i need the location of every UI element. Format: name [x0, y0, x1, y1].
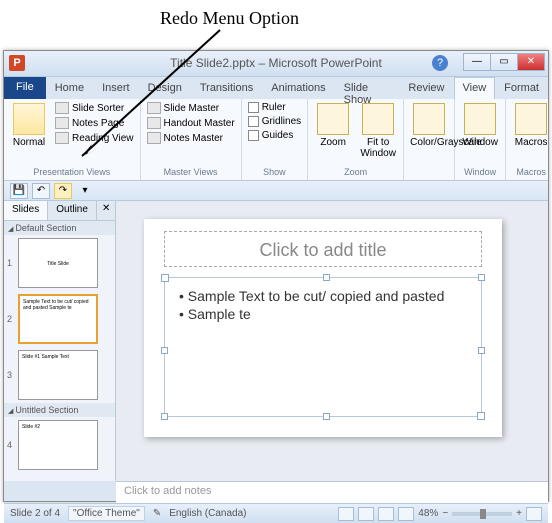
- group-window: Window Window: [455, 99, 506, 180]
- tab-design[interactable]: Design: [139, 77, 191, 99]
- thumbnail-1[interactable]: 1Title Slide: [4, 235, 115, 291]
- thumbnail-list[interactable]: Default Section 1Title Slide 2Sample Tex…: [4, 221, 115, 481]
- reading-view-icon: [55, 132, 69, 144]
- window-icon: [464, 103, 496, 135]
- slides-tab[interactable]: Slides: [4, 201, 48, 220]
- thumbnail-4[interactable]: 4Slide #2: [4, 417, 115, 473]
- slide-sorter-button[interactable]: Slide Sorter: [53, 101, 136, 115]
- zoom-icon: [317, 103, 349, 135]
- tab-view[interactable]: View: [454, 77, 496, 99]
- normal-view-btn[interactable]: [338, 507, 354, 521]
- statusbar: Slide 2 of 4 "Office Theme" ✎ English (C…: [4, 503, 548, 523]
- slide-master-icon: [147, 102, 161, 114]
- tab-review[interactable]: Review: [399, 77, 453, 99]
- group-zoom: Zoom Fit to Window Zoom: [308, 99, 404, 180]
- group-master-views: Slide Master Handout Master Notes Master…: [141, 99, 242, 180]
- thumbnail-3[interactable]: 3Slide #1 Sample Text: [4, 347, 115, 403]
- notes-master-icon: [147, 132, 161, 144]
- status-theme[interactable]: "Office Theme": [68, 506, 145, 521]
- titlebar: P Title Slide2.pptx – Microsoft PowerPoi…: [4, 51, 548, 77]
- minimize-button[interactable]: —: [463, 53, 491, 71]
- file-tab[interactable]: File: [4, 77, 46, 99]
- section-default[interactable]: Default Section: [4, 221, 115, 235]
- ribbon: Normal Slide Sorter Notes Page Reading V…: [4, 99, 548, 181]
- slide-sorter-icon: [55, 102, 69, 114]
- section-untitled[interactable]: Untitled Section: [4, 403, 115, 417]
- tab-format[interactable]: Format: [495, 77, 548, 99]
- notes-page-button[interactable]: Notes Page: [53, 116, 136, 130]
- close-button[interactable]: ✕: [517, 53, 545, 71]
- save-button[interactable]: 💾: [10, 183, 28, 199]
- ruler-checkbox[interactable]: Ruler: [246, 101, 303, 114]
- tab-home[interactable]: Home: [46, 77, 93, 99]
- slideshow-view-btn[interactable]: [398, 507, 414, 521]
- status-slide-number: Slide 2 of 4: [10, 508, 60, 519]
- undo-button[interactable]: ↶: [32, 183, 50, 199]
- tab-insert[interactable]: Insert: [93, 77, 139, 99]
- reading-view-btn[interactable]: [378, 507, 394, 521]
- macros-icon: [515, 103, 547, 135]
- handout-master-button[interactable]: Handout Master: [145, 116, 237, 130]
- macros-button[interactable]: Macros: [510, 101, 552, 150]
- redo-button[interactable]: ↷: [54, 183, 72, 199]
- thumbnail-2[interactable]: 2Sample Text to be cut/ copied and paste…: [4, 291, 115, 347]
- zoom-button[interactable]: Zoom: [312, 101, 354, 150]
- group-color: Color/Grayscale: [404, 99, 455, 180]
- powerpoint-icon: P: [9, 55, 25, 71]
- tab-animations[interactable]: Animations: [262, 77, 334, 99]
- slide-canvas[interactable]: Click to add title Sample Text to be cut…: [116, 201, 548, 481]
- reading-view-button[interactable]: Reading View: [53, 131, 136, 145]
- title-placeholder[interactable]: Click to add title: [164, 231, 482, 267]
- content-placeholder[interactable]: Sample Text to be cut/ copied and pasted…: [164, 277, 482, 417]
- fit-slide-button[interactable]: [526, 507, 542, 521]
- slide-master-button[interactable]: Slide Master: [145, 101, 237, 115]
- outline-tab[interactable]: Outline: [48, 201, 97, 220]
- group-macros: Macros Macros: [506, 99, 552, 180]
- status-language[interactable]: English (Canada): [169, 508, 246, 519]
- tab-transitions[interactable]: Transitions: [191, 77, 262, 99]
- notes-master-button[interactable]: Notes Master: [145, 131, 237, 145]
- fit-icon: [362, 103, 394, 135]
- powerpoint-window: P Title Slide2.pptx – Microsoft PowerPoi…: [3, 50, 549, 502]
- bullet-2[interactable]: Sample te: [179, 306, 467, 322]
- slides-panel: Slides Outline ✕ Default Section 1Title …: [4, 201, 116, 481]
- zoom-slider[interactable]: [452, 512, 512, 516]
- notes-pane[interactable]: Click to add notes: [116, 481, 548, 503]
- group-show: Ruler Gridlines Guides Show: [242, 99, 308, 180]
- group-presentation-views: Normal Slide Sorter Notes Page Reading V…: [4, 99, 141, 180]
- main-panes: Slides Outline ✕ Default Section 1Title …: [4, 201, 548, 481]
- annotation-label: Redo Menu Option: [160, 8, 299, 29]
- zoom-out-button[interactable]: −: [442, 508, 448, 519]
- quick-access-toolbar: 💾 ↶ ↷ ▾: [4, 181, 548, 201]
- bullet-1[interactable]: Sample Text to be cut/ copied and pasted: [179, 288, 467, 304]
- fit-to-window-button[interactable]: Fit to Window: [357, 101, 399, 161]
- window-button[interactable]: Window: [459, 101, 501, 150]
- maximize-button[interactable]: ▭: [490, 53, 518, 71]
- normal-view-button[interactable]: Normal: [8, 101, 50, 150]
- gridlines-checkbox[interactable]: Gridlines: [246, 115, 303, 128]
- color-icon: [413, 103, 445, 135]
- slide: Click to add title Sample Text to be cut…: [144, 219, 502, 437]
- zoom-in-button[interactable]: +: [516, 508, 522, 519]
- help-button[interactable]: ?: [432, 55, 448, 71]
- qat-customize-button[interactable]: ▾: [76, 183, 94, 199]
- tab-slideshow[interactable]: Slide Show: [335, 77, 400, 99]
- ribbon-tabs: File Home Insert Design Transitions Anim…: [4, 77, 548, 99]
- guides-checkbox[interactable]: Guides: [246, 129, 303, 142]
- panel-close-button[interactable]: ✕: [97, 201, 115, 220]
- notes-page-icon: [55, 117, 69, 129]
- spellcheck-icon[interactable]: ✎: [153, 508, 161, 519]
- handout-master-icon: [147, 117, 161, 129]
- sorter-view-btn[interactable]: [358, 507, 374, 521]
- zoom-level[interactable]: 48%: [418, 508, 438, 519]
- color-grayscale-button[interactable]: Color/Grayscale: [408, 101, 450, 150]
